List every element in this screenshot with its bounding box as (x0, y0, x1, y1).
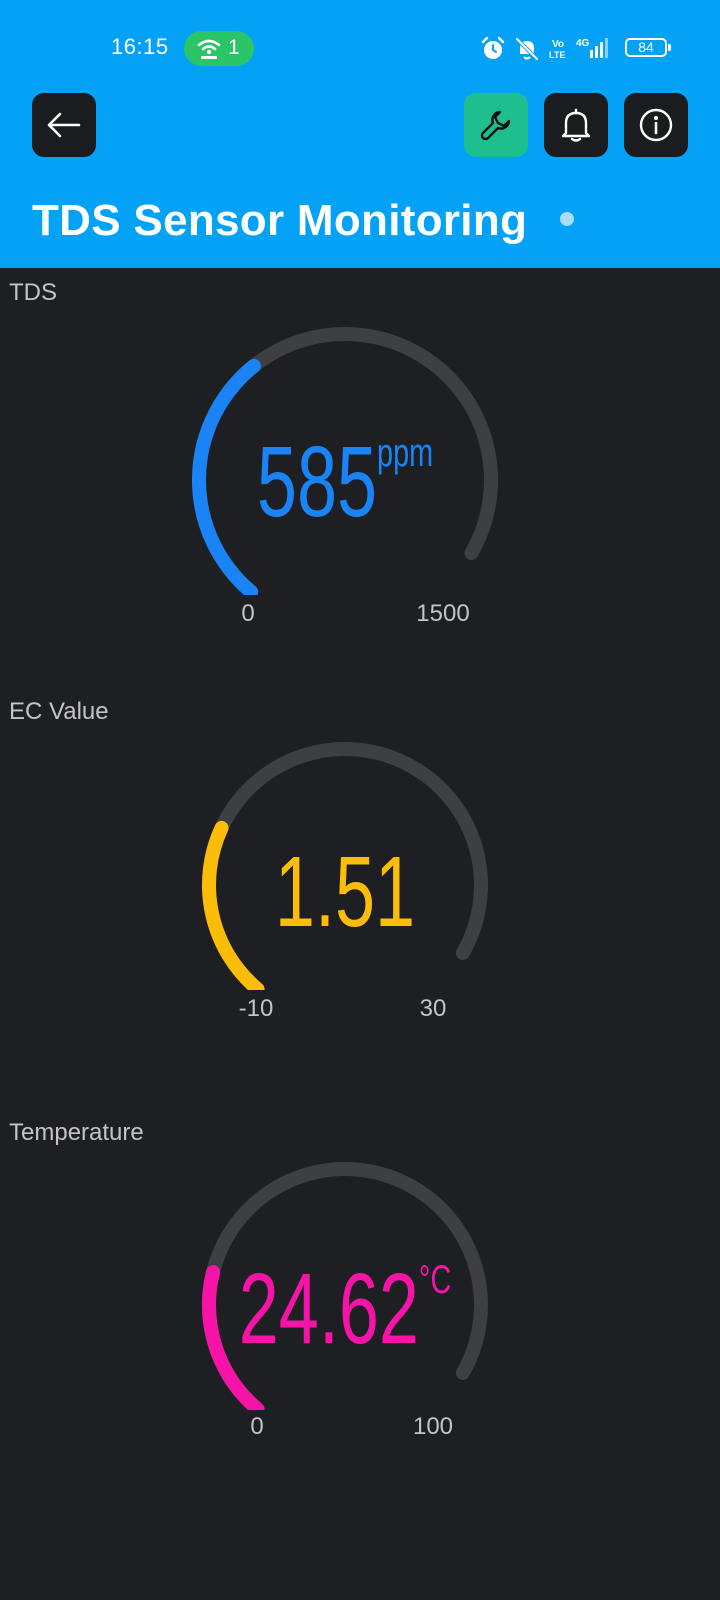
back-button[interactable] (32, 93, 96, 157)
wrench-icon (480, 110, 511, 141)
temperature-value: 24.62°C (215, 1252, 474, 1367)
info-button[interactable] (624, 93, 688, 157)
volte-icon: Vo LTE (549, 39, 565, 60)
temperature-max-label: 100 (412, 1413, 454, 1440)
gauge-label-temperature: Temperature (9, 1119, 144, 1146)
temperature-min-label: 0 (250, 1413, 264, 1440)
volte-text-lte: LTE (549, 50, 565, 60)
bell-off-icon (515, 37, 539, 61)
back-arrow-icon (47, 112, 81, 138)
network-text: 4G (576, 38, 590, 49)
live-status-dot (560, 212, 574, 226)
hotspot-count: 1 (228, 36, 240, 59)
page-title: TDS Sensor Monitoring (32, 196, 528, 245)
temperature-unit: °C (418, 1258, 452, 1302)
tds-value-number: 585 (256, 426, 378, 538)
notifications-button[interactable] (544, 93, 608, 157)
ec-value-number: 1.51 (274, 836, 416, 948)
ec-min-label: -10 (238, 995, 274, 1022)
settings-button[interactable] (464, 93, 528, 157)
battery-indicator: 84 (625, 38, 671, 57)
status-bar: 16:15 1 Vo LTE 4G 84 (0, 0, 720, 96)
gauge-label-ec: EC Value (9, 698, 109, 725)
ec-max-label: 30 (419, 995, 447, 1022)
temperature-value-number: 24.62 (238, 1253, 419, 1365)
hotspot-badge[interactable]: 1 (184, 31, 254, 66)
bell-icon (561, 108, 591, 142)
alarm-icon (481, 36, 505, 59)
tds-min-label: 0 (241, 600, 255, 627)
tds-max-label: 1500 (416, 600, 470, 627)
volte-text: Vo (552, 39, 564, 50)
ec-value: 1.51 (237, 835, 453, 950)
gauge-label-tds: TDS (9, 279, 57, 306)
info-icon (639, 108, 673, 142)
tds-unit: ppm (377, 431, 434, 475)
4g-signal-icon: 4G (576, 38, 608, 58)
tds-value: 585ppm (230, 425, 460, 540)
status-time: 16:15 (111, 34, 169, 59)
hotspot-icon (197, 39, 221, 59)
